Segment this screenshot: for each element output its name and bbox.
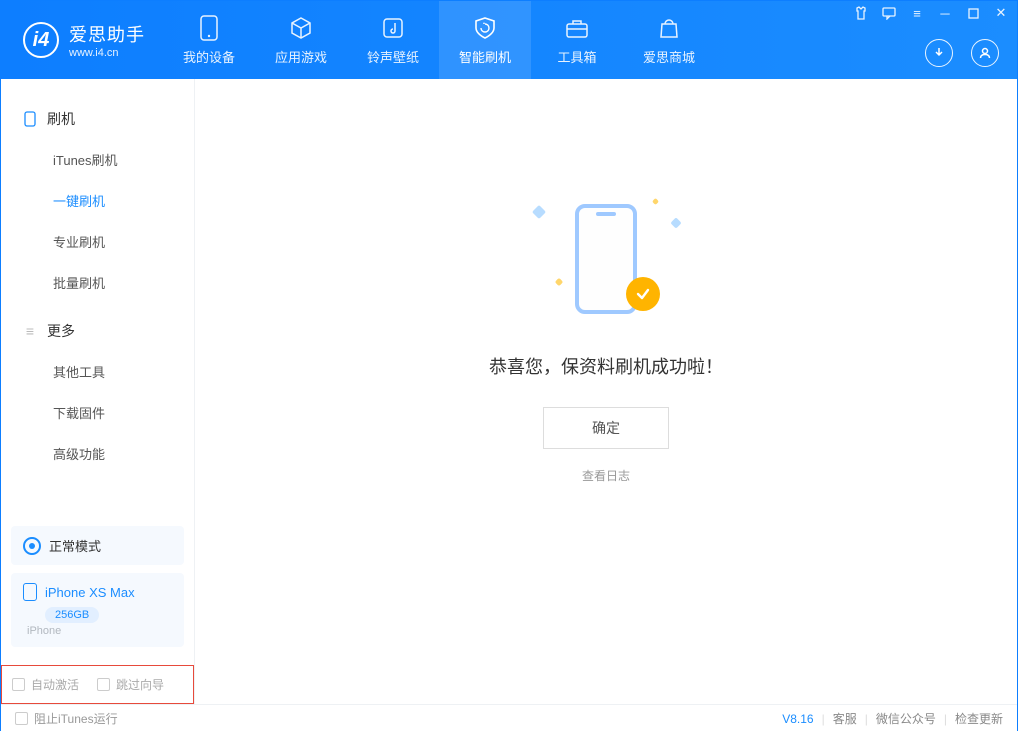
device-name-row: iPhone XS Max	[23, 583, 172, 601]
update-link[interactable]: 检查更新	[955, 710, 1003, 727]
checkbox-label: 自动激活	[31, 676, 79, 693]
tab-tools[interactable]: 工具箱	[531, 1, 623, 79]
header-actions	[925, 39, 999, 67]
body: 刷机 iTunes刷机 一键刷机 专业刷机 批量刷机 ≡ 更多 其他工具 下载固…	[1, 79, 1017, 704]
sidebar-item-advanced[interactable]: 高级功能	[1, 433, 194, 474]
toolbox-icon	[564, 15, 590, 41]
feedback-icon[interactable]	[881, 5, 897, 21]
sidebar-group-header[interactable]: ≡ 更多	[1, 315, 194, 351]
close-button[interactable]: ✕	[993, 5, 1009, 21]
menu-icon[interactable]: ≡	[909, 5, 925, 21]
sidebar-item-other[interactable]: 其他工具	[1, 351, 194, 392]
nav-tabs: 我的设备 应用游戏 铃声壁纸 智能刷机 工具箱 爱思商城	[163, 1, 715, 79]
sparkle-icon	[555, 278, 563, 286]
brand-name: 爱思助手	[69, 21, 145, 47]
checkbox-auto-activate[interactable]: 自动激活	[12, 676, 79, 693]
tab-label: 铃声壁纸	[367, 47, 419, 66]
window-controls: ≡ ─ ✕	[853, 5, 1009, 21]
tab-store[interactable]: 爱思商城	[623, 1, 715, 79]
sidebar-group-more: ≡ 更多 其他工具 下载固件 高级功能	[1, 309, 194, 480]
download-icon[interactable]	[925, 39, 953, 67]
sidebar-item-firmware[interactable]: 下载固件	[1, 392, 194, 433]
options-highlight-box: 自动激活 跳过向导	[1, 665, 194, 704]
tab-label: 智能刷机	[459, 47, 511, 66]
brand-url: www.i4.cn	[69, 47, 145, 59]
tab-flash[interactable]: 智能刷机	[439, 1, 531, 79]
logo-icon: i4	[23, 22, 59, 58]
checkbox-icon	[12, 678, 25, 691]
checkbox-label: 跳过向导	[116, 676, 164, 693]
maximize-button[interactable]	[965, 5, 981, 21]
group-title: 更多	[47, 321, 75, 341]
mode-dot-icon	[23, 537, 41, 555]
music-icon	[380, 15, 406, 41]
tab-label: 应用游戏	[275, 47, 327, 66]
sparkle-icon	[652, 198, 659, 205]
tab-label: 爱思商城	[643, 47, 695, 66]
refresh-shield-icon	[472, 15, 498, 41]
success-illustration	[526, 189, 686, 329]
statusbar: 阻止iTunes运行 V8.16 | 客服 | 微信公众号 | 检查更新	[1, 704, 1017, 732]
tab-mydevice[interactable]: 我的设备	[163, 1, 255, 79]
sparkle-icon	[532, 205, 546, 219]
sidebar-group-header[interactable]: 刷机	[1, 103, 194, 139]
sidebar-group-flash: 刷机 iTunes刷机 一键刷机 专业刷机 批量刷机	[1, 97, 194, 309]
device-card[interactable]: iPhone XS Max 256GB iPhone	[11, 573, 184, 647]
sidebar-item-pro[interactable]: 专业刷机	[1, 221, 194, 262]
skin-icon[interactable]	[853, 5, 869, 21]
footer-right: V8.16 | 客服 | 微信公众号 | 检查更新	[782, 710, 1003, 727]
checkbox-icon	[15, 712, 28, 725]
phone-icon	[23, 583, 37, 601]
main-content: 恭喜您，保资料刷机成功啦！ 确定 查看日志	[195, 79, 1017, 704]
cube-icon	[288, 15, 314, 41]
checkbox-skip-guide[interactable]: 跳过向导	[97, 676, 164, 693]
device-type: iPhone	[27, 625, 172, 637]
sidebar-scroll: 刷机 iTunes刷机 一键刷机 专业刷机 批量刷机 ≡ 更多 其他工具 下载固…	[1, 79, 194, 516]
sidebar-item-oneclick[interactable]: 一键刷机	[1, 180, 194, 221]
device-capacity: 256GB	[45, 607, 99, 623]
tab-label: 工具箱	[557, 47, 596, 66]
titlebar: i4 爱思助手 www.i4.cn 我的设备 应用游戏 铃声壁纸 智能刷机 工具…	[1, 1, 1017, 79]
mode-indicator[interactable]: 正常模式	[11, 526, 184, 565]
device-icon	[23, 112, 37, 126]
minimize-button[interactable]: ─	[937, 5, 953, 21]
tab-apps[interactable]: 应用游戏	[255, 1, 347, 79]
tab-ring[interactable]: 铃声壁纸	[347, 1, 439, 79]
checkbox-icon	[97, 678, 110, 691]
bag-icon	[656, 15, 682, 41]
tab-label: 我的设备	[183, 47, 235, 66]
sidebar-item-itunes[interactable]: iTunes刷机	[1, 139, 194, 180]
success-message: 恭喜您，保资料刷机成功啦！	[489, 353, 723, 379]
logo-text: 爱思助手 www.i4.cn	[69, 21, 145, 59]
ok-button[interactable]: 确定	[543, 407, 669, 449]
group-title: 刷机	[47, 109, 75, 129]
footer-left: 阻止iTunes运行	[15, 710, 118, 727]
list-icon: ≡	[23, 324, 37, 338]
view-log-link[interactable]: 查看日志	[582, 467, 630, 484]
sidebar-item-batch[interactable]: 批量刷机	[1, 262, 194, 303]
checkbox-label: 阻止iTunes运行	[34, 710, 118, 727]
version-label: V8.16	[782, 712, 813, 726]
user-icon[interactable]	[971, 39, 999, 67]
mode-label: 正常模式	[49, 536, 101, 555]
check-badge-icon	[626, 277, 660, 311]
logo: i4 爱思助手 www.i4.cn	[1, 1, 163, 79]
sidebar-bottom: 正常模式 iPhone XS Max 256GB iPhone	[1, 516, 194, 665]
phone-icon	[196, 15, 222, 41]
sparkle-icon	[670, 217, 681, 228]
separator: |	[944, 712, 947, 726]
device-name: iPhone XS Max	[45, 585, 135, 600]
checkbox-block-itunes[interactable]: 阻止iTunes运行	[15, 710, 118, 727]
sidebar: 刷机 iTunes刷机 一键刷机 专业刷机 批量刷机 ≡ 更多 其他工具 下载固…	[1, 79, 195, 704]
separator: |	[865, 712, 868, 726]
support-link[interactable]: 客服	[833, 710, 857, 727]
separator: |	[822, 712, 825, 726]
wechat-link[interactable]: 微信公众号	[876, 710, 936, 727]
